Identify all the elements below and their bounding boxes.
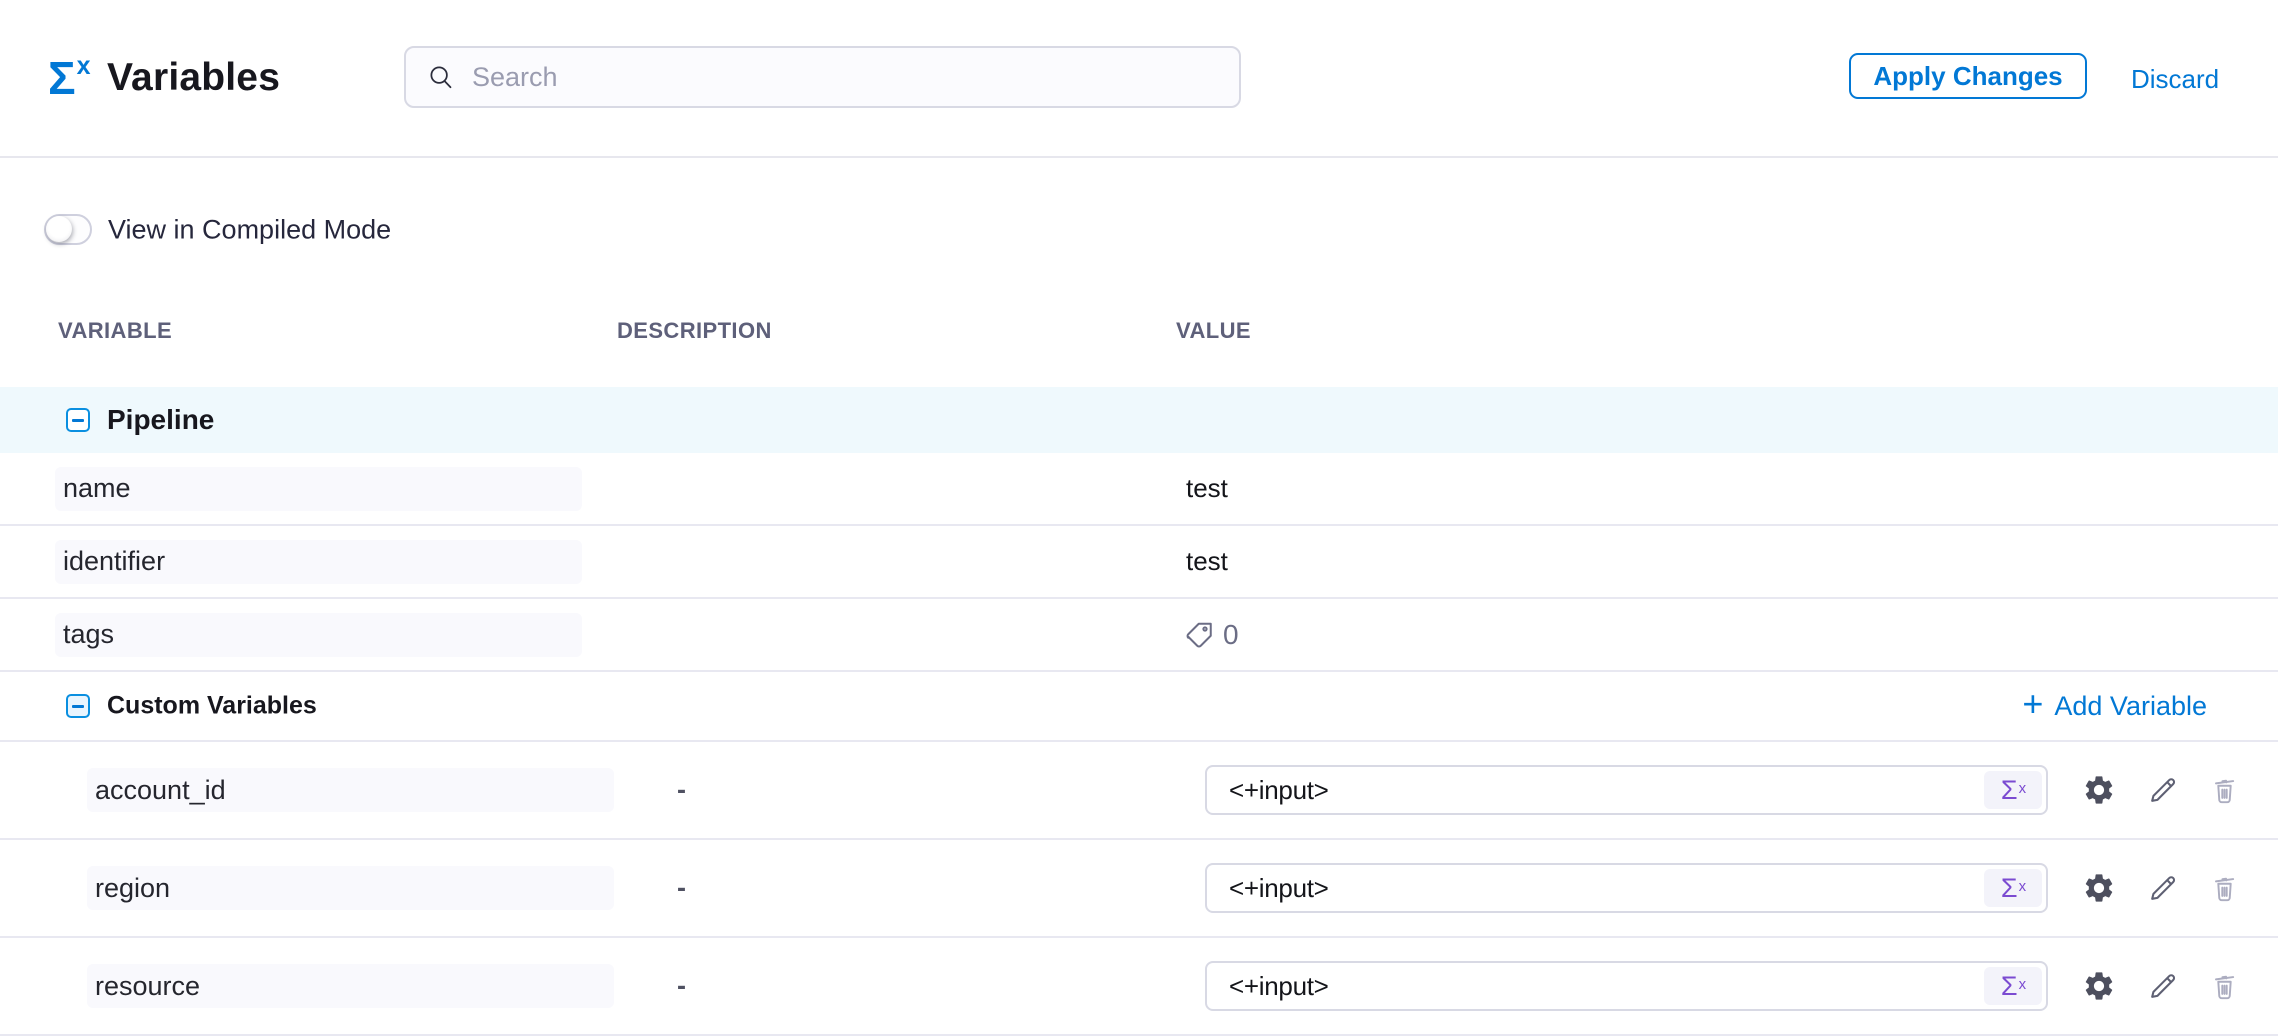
variable-name-chip: account_id — [87, 768, 614, 812]
collapse-minus-icon[interactable] — [66, 694, 90, 718]
value-text: test — [1176, 473, 1228, 504]
row-actions — [2082, 773, 2240, 807]
gear-icon[interactable] — [2082, 871, 2116, 905]
value-input[interactable]: <+input> Σx — [1205, 765, 2048, 815]
variable-value-cell: <+input> Σx — [1176, 938, 2240, 1034]
row-actions — [2082, 969, 2240, 1003]
compiled-mode-label: View in Compiled Mode — [108, 215, 391, 246]
table-row-region: region - <+input> Σx — [0, 840, 2278, 938]
sigma-sup-glyph: x — [2019, 976, 2027, 993]
table-row-tags: tags 0 — [0, 599, 2278, 672]
runtime-input-type-icon[interactable]: Σx — [1984, 967, 2042, 1005]
page-header: Σx Variables Apply Changes Discard — [0, 0, 2278, 158]
sigma-glyph: Σ — [2001, 775, 2018, 806]
runtime-input-type-icon[interactable]: Σx — [1984, 869, 2042, 907]
section-title-pipeline: Pipeline — [107, 404, 214, 436]
compiled-mode-toggle[interactable] — [44, 214, 92, 245]
variable-description: - — [677, 873, 686, 904]
sigma-sup-glyph: x — [2019, 878, 2027, 895]
column-header-variable: VARIABLE — [58, 318, 172, 344]
table-row-name: name test — [0, 453, 2278, 526]
value-input[interactable]: <+input> Σx — [1205, 863, 2048, 913]
sigma-sup-glyph: x — [77, 52, 91, 80]
variables-table: Pipeline name test identifier test tags 0 Custo… — [0, 387, 2278, 1036]
add-variable-label: Add Variable — [2054, 691, 2207, 722]
delete-icon[interactable] — [2209, 971, 2240, 1002]
tags-value: 0 — [1176, 619, 1239, 651]
variable-value-cell: <+input> Σx — [1176, 840, 2240, 936]
compiled-mode-row: View in Compiled Mode — [0, 214, 2278, 246]
apply-changes-button[interactable]: Apply Changes — [1849, 53, 2087, 99]
delete-icon[interactable] — [2209, 873, 2240, 904]
tags-icon — [1184, 620, 1214, 650]
variable-name-chip: region — [87, 866, 614, 910]
runtime-input-value: <+input> — [1207, 775, 1329, 806]
section-row-pipeline: Pipeline — [0, 387, 2278, 453]
section-title-custom-variables: Custom Variables — [107, 692, 317, 721]
toggle-knob-icon — [46, 216, 72, 242]
variable-name-chip: resource — [87, 964, 614, 1008]
variable-value-cell: test — [1176, 453, 2240, 524]
table-column-headers: VARIABLE DESCRIPTION VALUE — [0, 318, 2278, 348]
plus-icon: + — [2022, 686, 2043, 722]
value-input[interactable]: <+input> Σx — [1205, 961, 2048, 1011]
sigma-glyph: Σ — [2001, 873, 2018, 904]
runtime-input-value: <+input> — [1207, 873, 1329, 904]
column-header-value: VALUE — [1176, 318, 1251, 344]
variable-value-cell: 0 — [1176, 599, 2240, 670]
search-icon — [426, 62, 456, 92]
column-header-description: DESCRIPTION — [617, 318, 772, 344]
sigma-sup-glyph: x — [2019, 780, 2027, 797]
variable-description: - — [677, 971, 686, 1002]
variable-value-cell: <+input> Σx — [1176, 742, 2240, 838]
edit-icon[interactable] — [2146, 970, 2179, 1003]
delete-icon[interactable] — [2209, 775, 2240, 806]
section-row-custom-variables: Custom Variables+Add Variable — [0, 672, 2278, 742]
collapse-minus-icon[interactable] — [66, 408, 90, 432]
gear-icon[interactable] — [2082, 773, 2116, 807]
variable-value-cell: test — [1176, 526, 2240, 597]
variable-name-chip: identifier — [55, 540, 582, 584]
row-actions — [2082, 871, 2240, 905]
tag-count: 0 — [1223, 619, 1239, 651]
sigma-glyph: Σ — [2001, 971, 2018, 1002]
variable-description: - — [677, 775, 686, 806]
page-title: Variables — [107, 56, 280, 100]
variables-sigma-logo-icon: Σx — [48, 55, 90, 101]
search-box[interactable] — [404, 46, 1241, 108]
discard-button[interactable]: Discard — [2131, 0, 2219, 158]
gear-icon[interactable] — [2082, 969, 2116, 1003]
edit-icon[interactable] — [2146, 872, 2179, 905]
search-input[interactable] — [470, 61, 1170, 94]
table-row-identifier: identifier test — [0, 526, 2278, 599]
add-variable-button[interactable]: +Add Variable — [2022, 690, 2207, 722]
table-row-resource: resource - <+input> Σx — [0, 938, 2278, 1036]
runtime-input-value: <+input> — [1207, 971, 1329, 1002]
edit-icon[interactable] — [2146, 774, 2179, 807]
variable-name-chip: name — [55, 467, 582, 511]
table-row-account_id: account_id - <+input> Σx — [0, 742, 2278, 840]
runtime-input-type-icon[interactable]: Σx — [1984, 771, 2042, 809]
variable-name-chip: tags — [55, 613, 582, 657]
sigma-glyph: Σ — [48, 52, 76, 104]
value-text: test — [1176, 546, 1228, 577]
